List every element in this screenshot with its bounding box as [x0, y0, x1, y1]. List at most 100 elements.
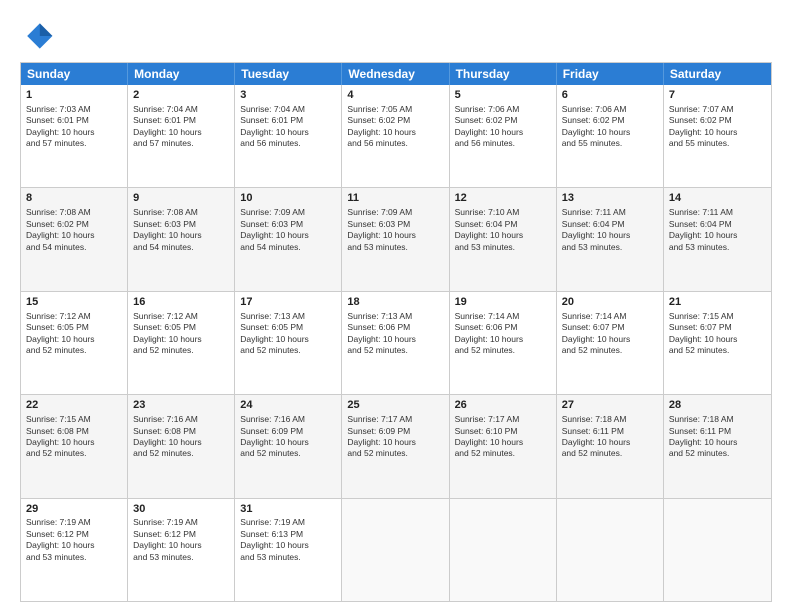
cell-info-line: Sunrise: 7:07 AM [669, 104, 766, 115]
cell-info-line: Sunset: 6:01 PM [133, 115, 229, 126]
calendar-cell: 9Sunrise: 7:08 AMSunset: 6:03 PMDaylight… [128, 188, 235, 290]
cell-info-line: Sunset: 6:05 PM [240, 322, 336, 333]
cell-info-line: and 52 minutes. [455, 448, 551, 459]
calendar: SundayMondayTuesdayWednesdayThursdayFrid… [20, 62, 772, 602]
cell-info-line: and 54 minutes. [133, 242, 229, 253]
header-row [20, 18, 772, 54]
calendar-cell: 14Sunrise: 7:11 AMSunset: 6:04 PMDayligh… [664, 188, 771, 290]
cell-info-line: Daylight: 10 hours [133, 334, 229, 345]
day-number: 20 [562, 295, 658, 310]
cell-info-line: Daylight: 10 hours [133, 230, 229, 241]
cell-info-line: Daylight: 10 hours [240, 127, 336, 138]
cell-info-line: and 54 minutes. [240, 242, 336, 253]
cell-info-line: Sunrise: 7:11 AM [669, 207, 766, 218]
calendar-header: SundayMondayTuesdayWednesdayThursdayFrid… [21, 63, 771, 85]
calendar-cell: 21Sunrise: 7:15 AMSunset: 6:07 PMDayligh… [664, 292, 771, 394]
calendar-cell: 1Sunrise: 7:03 AMSunset: 6:01 PMDaylight… [21, 85, 128, 187]
cell-info-line: Sunset: 6:12 PM [26, 529, 122, 540]
cell-info-line: Daylight: 10 hours [133, 437, 229, 448]
cell-info-line: and 57 minutes. [26, 138, 122, 149]
cell-info-line: Sunrise: 7:08 AM [133, 207, 229, 218]
calendar-cell: 17Sunrise: 7:13 AMSunset: 6:05 PMDayligh… [235, 292, 342, 394]
cell-info-line: and 52 minutes. [133, 448, 229, 459]
day-number: 4 [347, 88, 443, 103]
cell-info-line: Sunset: 6:11 PM [669, 426, 766, 437]
day-number: 16 [133, 295, 229, 310]
day-number: 19 [455, 295, 551, 310]
cell-info-line: and 52 minutes. [26, 345, 122, 356]
cell-info-line: Daylight: 10 hours [669, 127, 766, 138]
cell-info-line: and 52 minutes. [240, 448, 336, 459]
cell-info-line: Sunset: 6:13 PM [240, 529, 336, 540]
day-number: 15 [26, 295, 122, 310]
cell-info-line: Sunset: 6:02 PM [26, 219, 122, 230]
day-number: 17 [240, 295, 336, 310]
cell-info-line: Sunset: 6:09 PM [347, 426, 443, 437]
calendar-cell: 5Sunrise: 7:06 AMSunset: 6:02 PMDaylight… [450, 85, 557, 187]
calendar-cell: 18Sunrise: 7:13 AMSunset: 6:06 PMDayligh… [342, 292, 449, 394]
calendar-cell: 7Sunrise: 7:07 AMSunset: 6:02 PMDaylight… [664, 85, 771, 187]
day-number: 2 [133, 88, 229, 103]
cell-info-line: Daylight: 10 hours [26, 540, 122, 551]
cell-info-line: Sunrise: 7:03 AM [26, 104, 122, 115]
cell-info-line: and 53 minutes. [133, 552, 229, 563]
cell-info-line: Sunrise: 7:17 AM [455, 414, 551, 425]
cell-info-line: Daylight: 10 hours [347, 230, 443, 241]
cell-info-line: Daylight: 10 hours [455, 437, 551, 448]
cell-info-line: and 56 minutes. [347, 138, 443, 149]
calendar-cell [342, 499, 449, 601]
calendar-cell: 15Sunrise: 7:12 AMSunset: 6:05 PMDayligh… [21, 292, 128, 394]
cell-info-line: Daylight: 10 hours [240, 540, 336, 551]
cell-info-line: Sunrise: 7:17 AM [347, 414, 443, 425]
calendar-cell: 12Sunrise: 7:10 AMSunset: 6:04 PMDayligh… [450, 188, 557, 290]
logo [20, 18, 60, 54]
cell-info-line: Daylight: 10 hours [455, 334, 551, 345]
cell-info-line: Sunset: 6:03 PM [133, 219, 229, 230]
day-number: 25 [347, 398, 443, 413]
cell-info-line: and 52 minutes. [562, 345, 658, 356]
calendar-week-5: 29Sunrise: 7:19 AMSunset: 6:12 PMDayligh… [21, 498, 771, 601]
cell-info-line: Sunset: 6:01 PM [26, 115, 122, 126]
cell-info-line: Sunset: 6:02 PM [455, 115, 551, 126]
calendar-cell: 16Sunrise: 7:12 AMSunset: 6:05 PMDayligh… [128, 292, 235, 394]
logo-icon [20, 18, 56, 54]
cell-info-line: Daylight: 10 hours [669, 230, 766, 241]
cell-info-line: Daylight: 10 hours [26, 230, 122, 241]
calendar-cell [450, 499, 557, 601]
cell-info-line: Daylight: 10 hours [562, 127, 658, 138]
cell-info-line: Sunrise: 7:18 AM [562, 414, 658, 425]
cell-info-line: and 52 minutes. [347, 345, 443, 356]
calendar-cell: 8Sunrise: 7:08 AMSunset: 6:02 PMDaylight… [21, 188, 128, 290]
calendar-week-4: 22Sunrise: 7:15 AMSunset: 6:08 PMDayligh… [21, 394, 771, 497]
cell-info-line: Daylight: 10 hours [26, 127, 122, 138]
day-number: 9 [133, 191, 229, 206]
cell-info-line: and 53 minutes. [669, 242, 766, 253]
cell-info-line: Sunrise: 7:12 AM [133, 311, 229, 322]
day-number: 31 [240, 502, 336, 517]
cell-info-line: and 56 minutes. [455, 138, 551, 149]
cell-info-line: and 53 minutes. [562, 242, 658, 253]
cell-info-line: Sunrise: 7:18 AM [669, 414, 766, 425]
cell-info-line: and 57 minutes. [133, 138, 229, 149]
cell-info-line: and 53 minutes. [240, 552, 336, 563]
cell-info-line: Sunset: 6:06 PM [347, 322, 443, 333]
day-number: 27 [562, 398, 658, 413]
day-number: 29 [26, 502, 122, 517]
cell-info-line: and 53 minutes. [347, 242, 443, 253]
calendar-cell: 4Sunrise: 7:05 AMSunset: 6:02 PMDaylight… [342, 85, 449, 187]
cell-info-line: Sunset: 6:12 PM [133, 529, 229, 540]
cell-info-line: Daylight: 10 hours [240, 437, 336, 448]
cell-info-line: Sunrise: 7:14 AM [455, 311, 551, 322]
cell-info-line: Daylight: 10 hours [347, 127, 443, 138]
cell-info-line: Sunrise: 7:16 AM [133, 414, 229, 425]
cell-info-line: Sunrise: 7:15 AM [26, 414, 122, 425]
cell-info-line: Sunset: 6:02 PM [669, 115, 766, 126]
cell-info-line: Sunset: 6:06 PM [455, 322, 551, 333]
calendar-week-1: 1Sunrise: 7:03 AMSunset: 6:01 PMDaylight… [21, 85, 771, 187]
cell-info-line: Sunset: 6:05 PM [133, 322, 229, 333]
cell-info-line: and 53 minutes. [455, 242, 551, 253]
cell-info-line: Daylight: 10 hours [669, 334, 766, 345]
cell-info-line: Sunset: 6:10 PM [455, 426, 551, 437]
cell-info-line: Sunrise: 7:04 AM [133, 104, 229, 115]
day-number: 14 [669, 191, 766, 206]
